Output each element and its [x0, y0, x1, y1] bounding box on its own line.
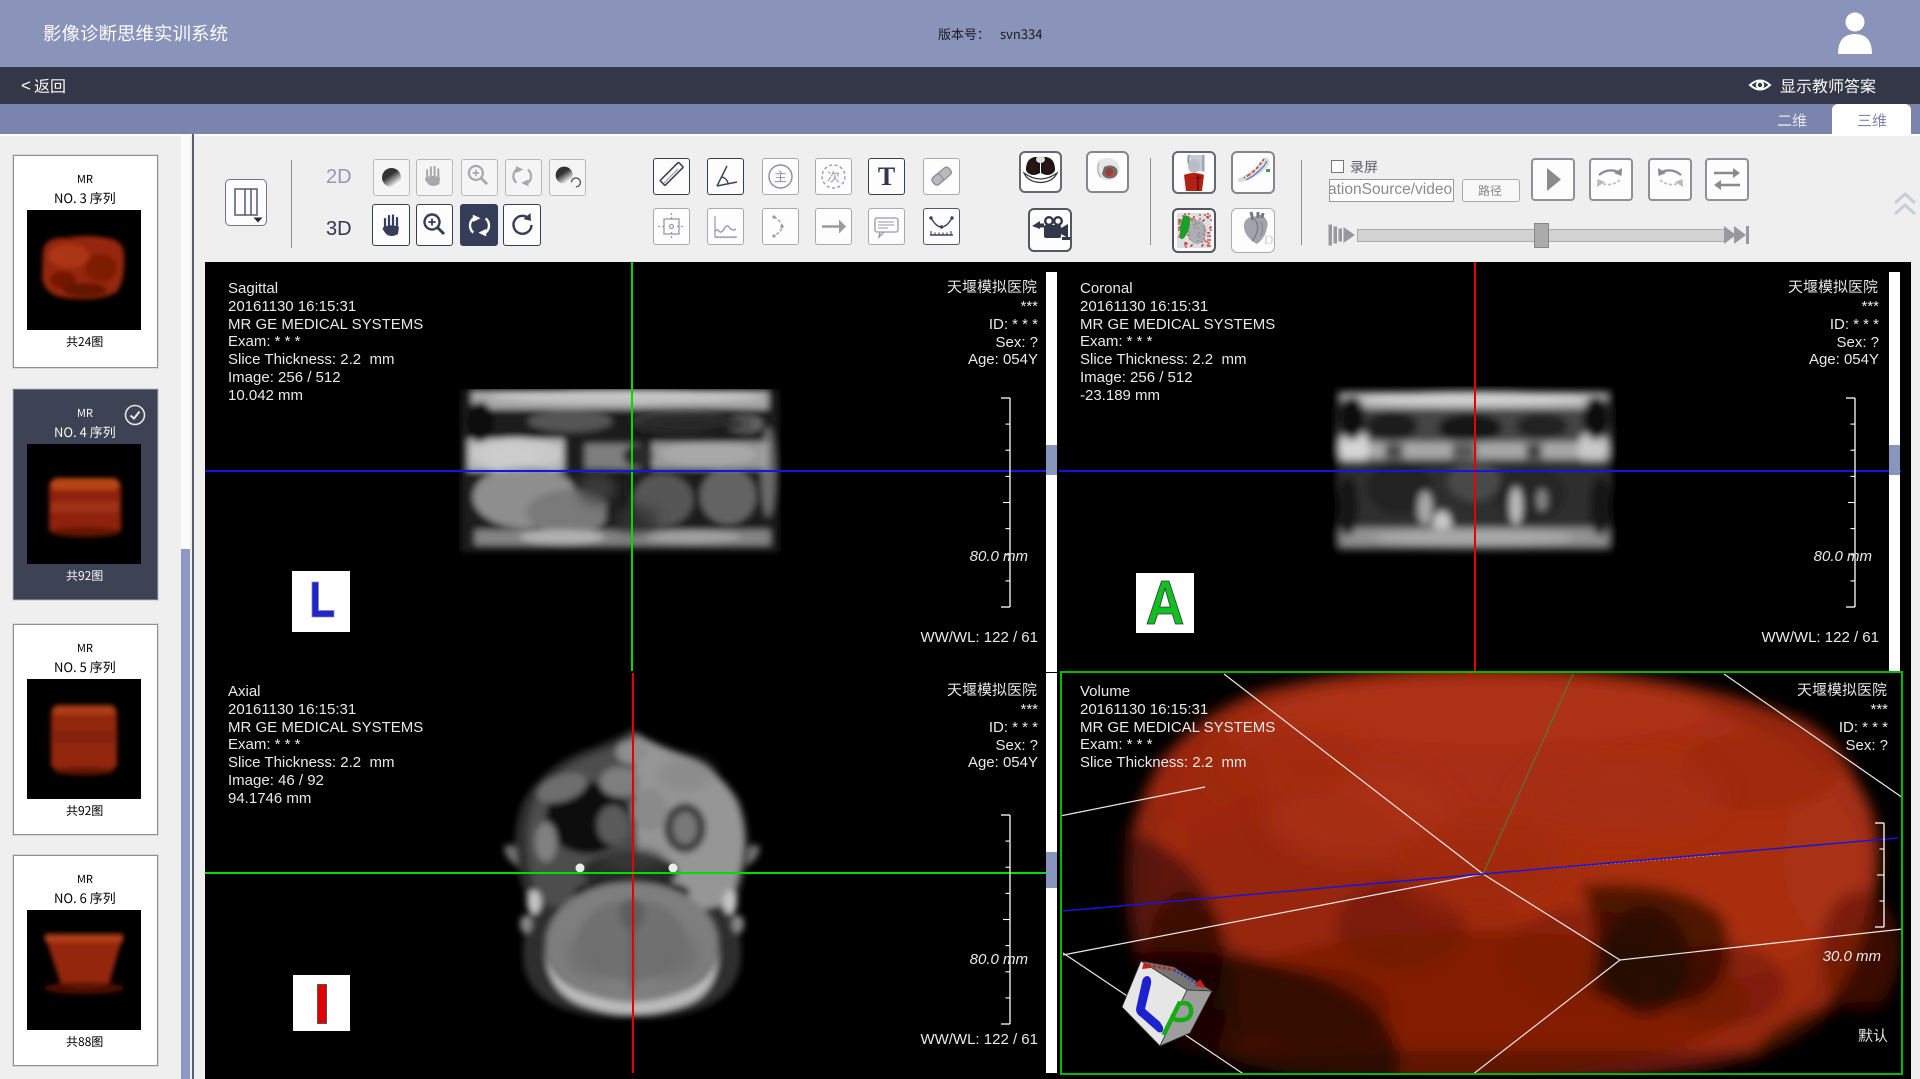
svg-text:D: D	[1264, 232, 1273, 247]
svg-text:T: T	[878, 162, 895, 191]
